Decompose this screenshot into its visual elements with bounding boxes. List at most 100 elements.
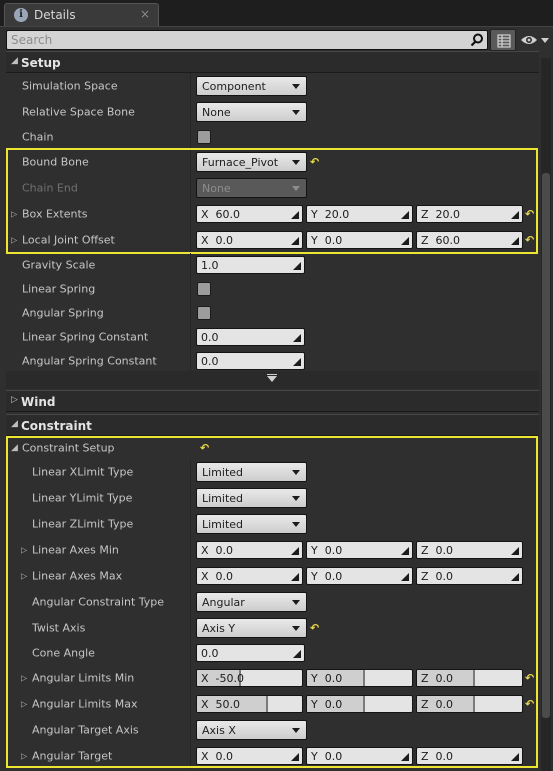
column-splitter[interactable] <box>190 227 191 253</box>
column-splitter[interactable] <box>190 589 191 615</box>
angular-limits-min-x-slider[interactable]: X -50.0 <box>196 669 303 687</box>
cone-angle-field[interactable]: 0.0 <box>196 644 305 662</box>
expand-arrow-icon[interactable]: ▷ <box>11 210 17 219</box>
column-splitter[interactable] <box>190 175 191 201</box>
column-splitter[interactable] <box>190 717 191 743</box>
linear-spring-checkbox[interactable] <box>197 282 211 296</box>
angular-limits-max-y-slider[interactable]: Y 0.0 <box>306 695 413 713</box>
reset-to-default-icon[interactable]: ↶ <box>525 234 534 247</box>
row-angular-spring-constant: Angular Spring Constant 0.0 <box>6 349 539 373</box>
linear-axes-min-x-field[interactable]: X 0.0 <box>196 541 303 559</box>
linear-spring-constant-field[interactable]: 0.0 <box>196 328 305 346</box>
bound-bone-dropdown[interactable]: Furnace_Pivot <box>196 152 307 172</box>
collapse-arrow-icon[interactable]: ◢ <box>11 443 18 453</box>
field-value: Z 60.0 <box>421 234 461 247</box>
local-joint-offset-z-field[interactable]: Z 60.0 <box>416 231 523 249</box>
column-splitter[interactable] <box>190 615 191 641</box>
field-value: Z 0.0 <box>421 672 454 685</box>
column-splitter[interactable] <box>190 73 191 99</box>
column-splitter[interactable] <box>190 743 191 769</box>
angular-limits-max-z-slider[interactable]: Z 0.0 <box>416 695 523 713</box>
chain-checkbox[interactable] <box>197 130 211 144</box>
vertical-scrollbar[interactable] <box>541 58 551 771</box>
linear-axes-min-y-field[interactable]: Y 0.0 <box>306 541 413 559</box>
row-relative-space-bone: Relative Space Bone None <box>6 99 539 125</box>
expand-arrow-icon[interactable]: ▷ <box>21 674 27 683</box>
linear-axes-min-z-field[interactable]: Z 0.0 <box>416 541 523 559</box>
reset-to-default-icon[interactable]: ↶ <box>310 156 319 169</box>
drag-handle-icon <box>293 358 301 366</box>
gravity-scale-field[interactable]: 1.0 <box>196 256 305 274</box>
linear-axes-max-y-field[interactable]: Y 0.0 <box>306 567 413 585</box>
column-splitter[interactable] <box>190 641 191 665</box>
angular-target-y-field[interactable]: Y 0.0 <box>306 747 413 765</box>
column-splitter[interactable] <box>190 301 191 325</box>
linear-ylimit-type-dropdown[interactable]: Limited <box>196 488 307 508</box>
angular-target-z-field[interactable]: Z 0.0 <box>416 747 523 765</box>
angular-target-axis-dropdown[interactable]: Axis X <box>196 720 307 740</box>
angular-limits-min-z-slider[interactable]: Z 0.0 <box>416 669 523 687</box>
scrollbar-thumb[interactable] <box>542 173 550 718</box>
expand-arrow-icon[interactable]: ▷ <box>11 236 17 245</box>
expand-advanced-icon <box>267 376 277 382</box>
column-splitter[interactable] <box>190 459 191 485</box>
column-splitter[interactable] <box>190 201 191 227</box>
reset-to-default-icon[interactable]: ↶ <box>200 442 209 455</box>
chevron-down-icon <box>292 470 300 475</box>
column-splitter[interactable] <box>190 485 191 511</box>
view-options-button[interactable] <box>519 29 551 51</box>
angular-constraint-type-dropdown[interactable]: Angular <box>196 592 307 612</box>
column-splitter[interactable] <box>190 349 191 373</box>
reset-to-default-icon[interactable]: ↶ <box>310 622 319 635</box>
search-input[interactable] <box>7 31 457 49</box>
column-splitter[interactable] <box>190 325 191 349</box>
column-splitter[interactable] <box>190 563 191 589</box>
local-joint-offset-x-field[interactable]: X 0.0 <box>196 231 303 249</box>
linear-axes-max-z-field[interactable]: Z 0.0 <box>416 567 523 585</box>
angular-limits-min-y-slider[interactable]: Y 0.0 <box>306 669 413 687</box>
angular-target-x-field[interactable]: X 0.0 <box>196 747 303 765</box>
expand-arrow-icon[interactable]: ▷ <box>21 700 27 709</box>
box-extents-x-field[interactable]: X 60.0 <box>196 205 303 223</box>
relative-space-bone-dropdown[interactable]: None <box>196 102 307 122</box>
angular-spring-constant-field[interactable]: 0.0 <box>196 352 305 370</box>
expand-arrow-icon[interactable]: ▷ <box>21 752 27 761</box>
column-splitter[interactable] <box>190 511 191 537</box>
box-extents-y-field[interactable]: Y 20.0 <box>306 205 413 223</box>
twist-axis-dropdown[interactable]: Axis Y <box>196 618 307 638</box>
property-label: Linear Axes Min <box>32 543 119 557</box>
simulation-space-dropdown[interactable]: Component <box>196 76 307 96</box>
angular-spring-checkbox[interactable] <box>197 306 211 320</box>
linear-xlimit-type-dropdown[interactable]: Limited <box>196 462 307 482</box>
linear-axes-max-x-field[interactable]: X 0.0 <box>196 567 303 585</box>
column-splitter[interactable] <box>190 537 191 563</box>
close-icon[interactable]: × <box>140 7 150 21</box>
chain-end-dropdown: None <box>196 178 307 198</box>
column-splitter[interactable] <box>190 665 191 691</box>
column-splitter[interactable] <box>190 277 191 301</box>
reset-to-default-icon[interactable]: ↶ <box>525 208 534 221</box>
search-icon[interactable] <box>470 33 484 47</box>
column-splitter[interactable] <box>190 99 191 125</box>
linear-zlimit-type-dropdown[interactable]: Limited <box>196 514 307 534</box>
section-wind[interactable]: ▷ Wind <box>6 390 539 412</box>
section-setup[interactable]: ◢ Setup <box>6 51 539 73</box>
show-advanced-button[interactable] <box>6 371 539 389</box>
reset-to-default-icon[interactable]: ↶ <box>525 698 534 711</box>
column-splitter[interactable] <box>190 125 191 149</box>
column-splitter[interactable] <box>190 691 191 717</box>
local-joint-offset-y-field[interactable]: Y 0.0 <box>306 231 413 249</box>
row-constraint-setup: ◢ Constraint Setup ↶ <box>6 437 539 459</box>
expand-arrow-icon[interactable]: ▷ <box>21 572 27 581</box>
drag-handle-icon <box>511 547 519 555</box>
expand-arrow-icon[interactable]: ▷ <box>21 546 27 555</box>
column-splitter[interactable] <box>190 149 191 175</box>
property-matrix-button[interactable] <box>490 29 516 51</box>
section-constraint[interactable]: ◢ Constraint <box>6 414 539 436</box>
chevron-down-icon <box>292 84 300 89</box>
tab-details[interactable]: i Details × <box>4 3 159 27</box>
reset-to-default-icon[interactable]: ↶ <box>525 672 534 685</box>
angular-limits-max-x-slider[interactable]: X 50.0 <box>196 695 303 713</box>
box-extents-z-field[interactable]: Z 20.0 <box>416 205 523 223</box>
column-splitter[interactable] <box>190 253 191 277</box>
